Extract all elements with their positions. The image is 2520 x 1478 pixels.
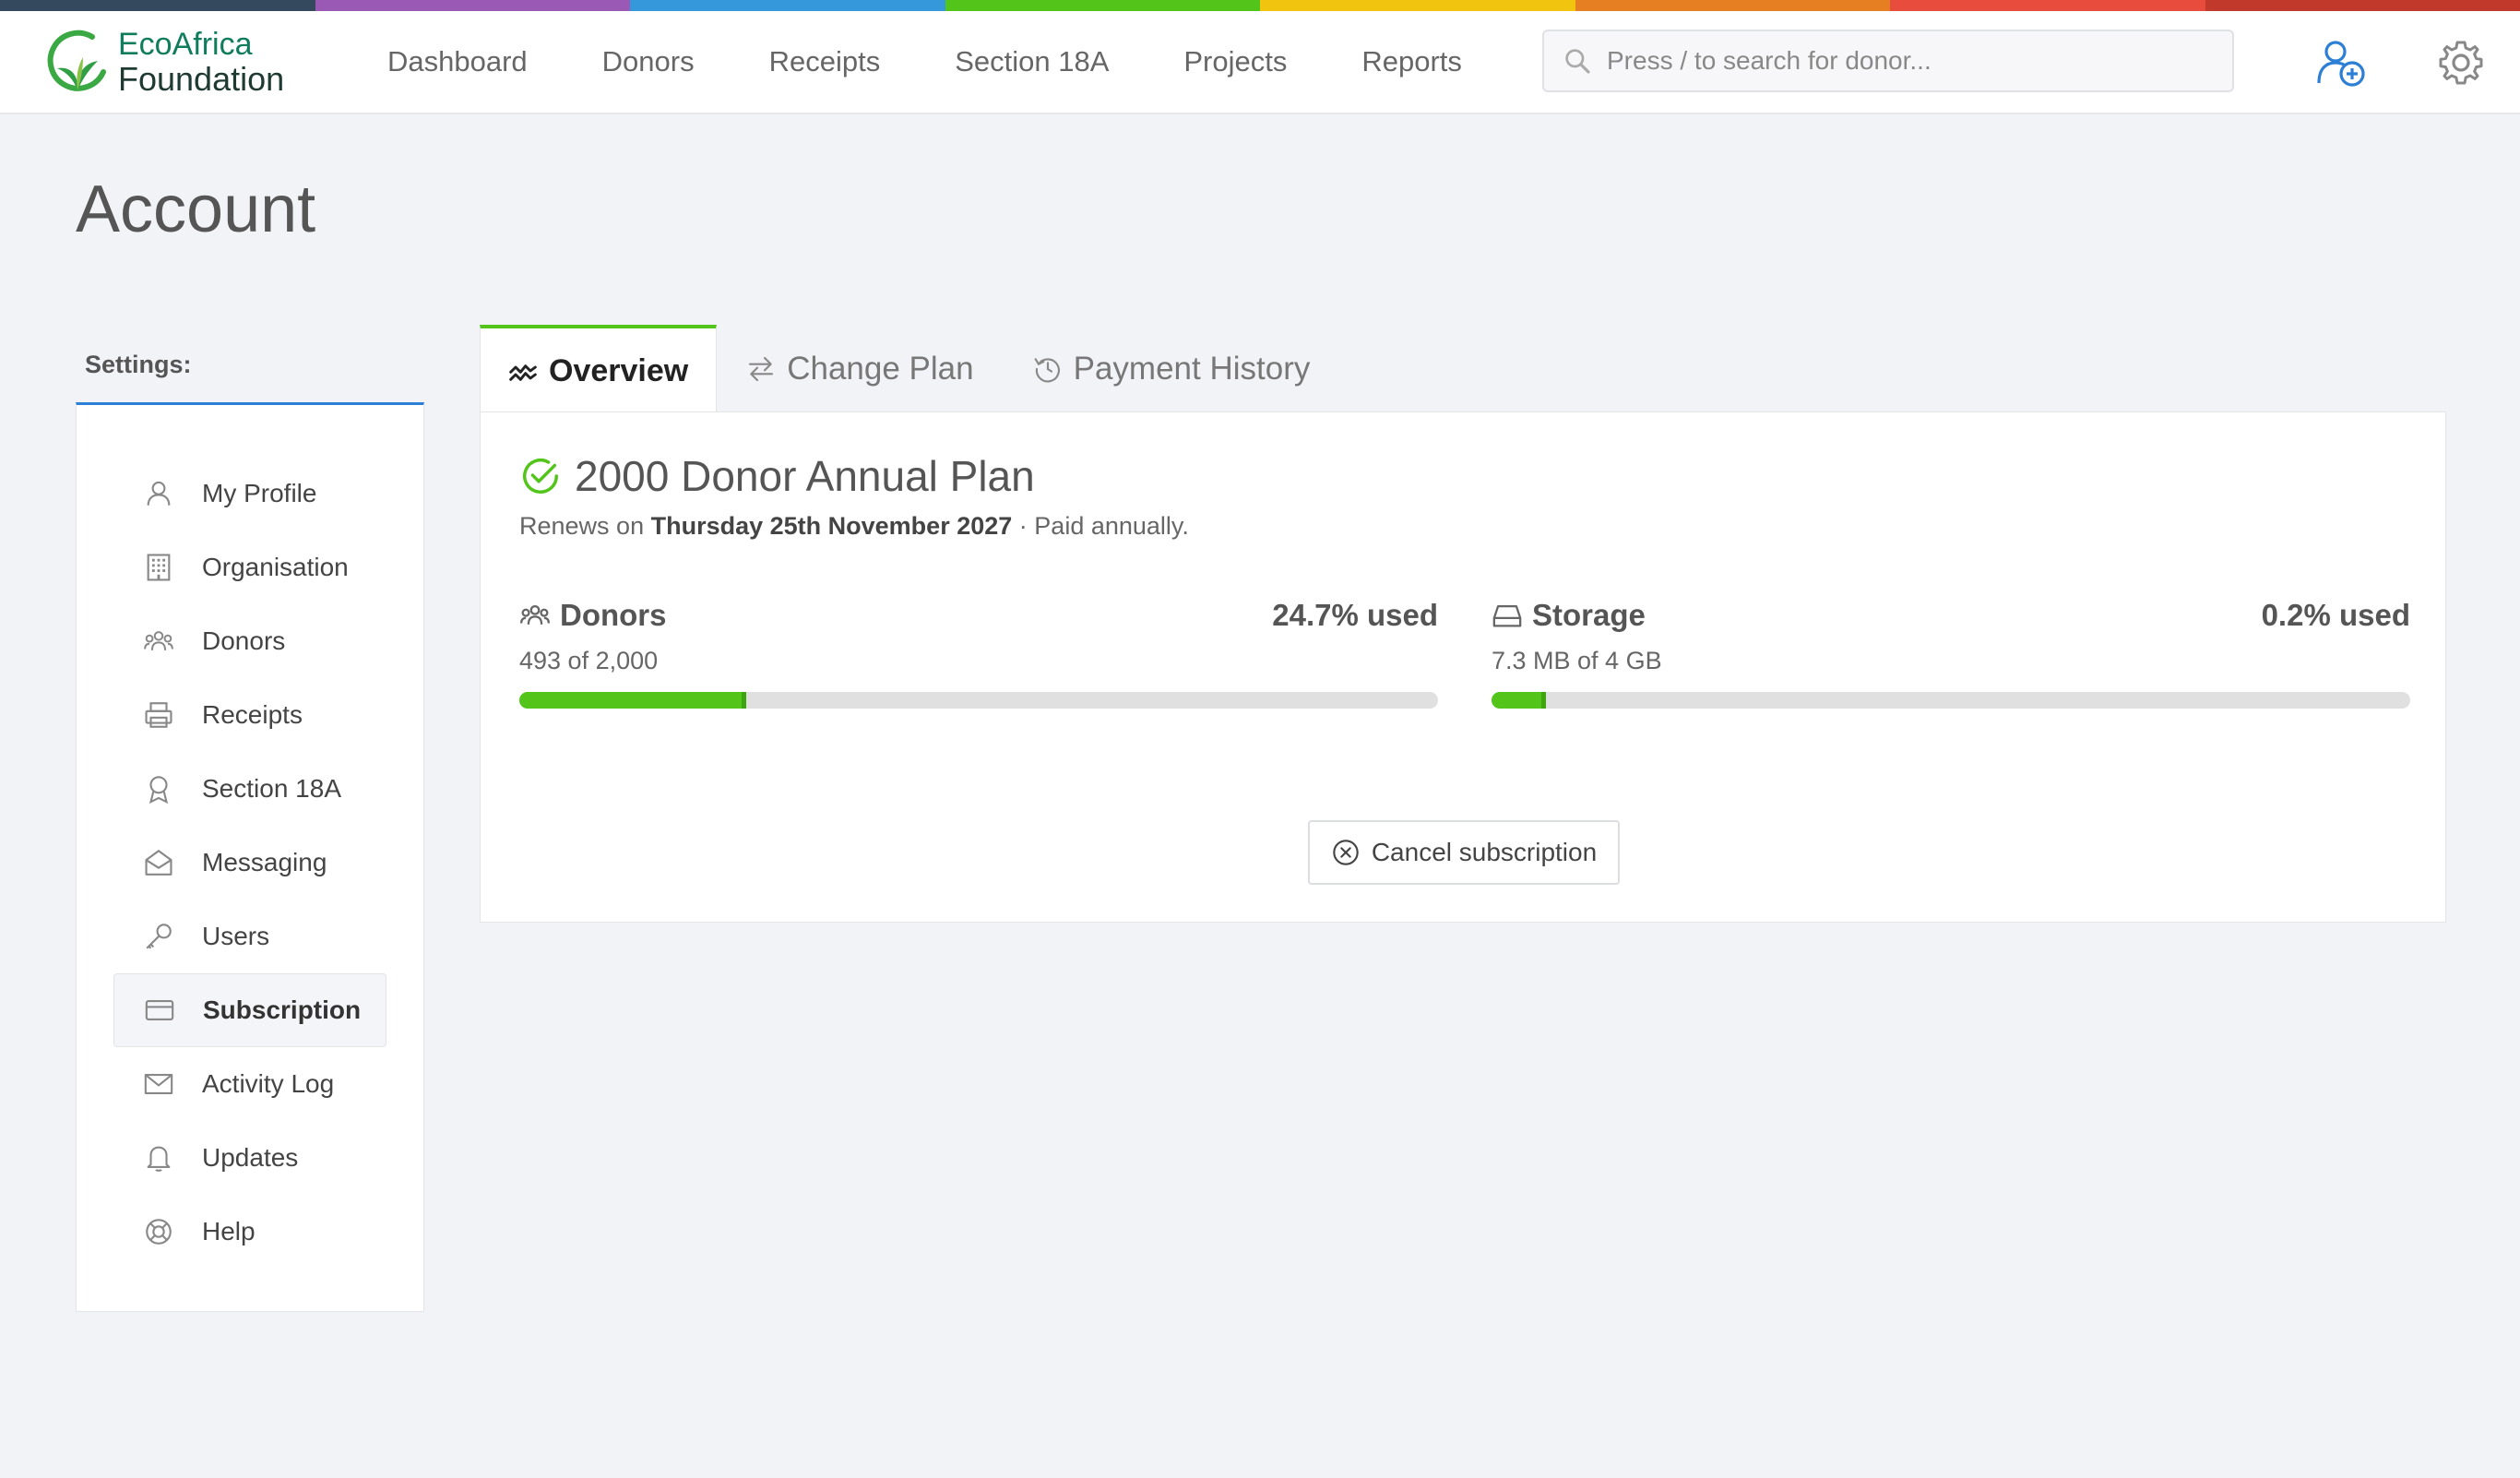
strip-segment	[945, 0, 1260, 11]
usage-detail: 7.3 MB of 4 GB	[1492, 647, 1662, 674]
top-navbar: EcoAfrica Foundation Dashboard Donors Re…	[0, 11, 2520, 114]
donors-progress-bar	[519, 692, 1438, 709]
usage-detail: 493 of 2,000	[519, 647, 659, 674]
sidebar-item-label: Section 18A	[202, 774, 341, 803]
sidebar-item-label: Donors	[202, 626, 286, 655]
history-icon	[1034, 358, 1060, 383]
sidebar-item-organisation[interactable]: Organisation	[113, 530, 386, 604]
sidebar-item-updates[interactable]: Updates	[113, 1121, 386, 1195]
storage-usage: Storage 0.2% used 7.3 MB of 4 GB	[1492, 597, 2410, 709]
tab-label: Overview	[549, 352, 689, 388]
tab-payment-history[interactable]: Payment History	[1004, 325, 1340, 413]
sidebar-item-my-profile[interactable]: My Profile	[113, 457, 386, 530]
brand-name-line1: EcoAfrica	[118, 27, 253, 62]
users-icon	[144, 631, 173, 650]
strip-segment	[1575, 0, 1890, 11]
strip-segment	[630, 0, 945, 11]
nav-receipts[interactable]: Receipts	[769, 45, 881, 78]
sidebar-item-label: Updates	[202, 1143, 299, 1172]
plan-header: 2000 Donor Annual Plan	[519, 451, 1035, 501]
usage-name: Donors	[560, 598, 667, 632]
sidebar-item-label: Subscription	[203, 995, 362, 1024]
sidebar-item-label: Help	[202, 1217, 256, 1246]
subscription-tabs: Overview Change Plan Payment History	[480, 325, 1339, 413]
settings-button[interactable]	[2435, 37, 2487, 89]
strip-segment	[1890, 0, 2205, 11]
storage-progress-bar	[1492, 692, 2410, 709]
progress-fill	[519, 692, 746, 709]
nav-reports[interactable]: Reports	[1361, 45, 1462, 78]
donors-usage: Donors 24.7% used 493 of 2,000	[519, 597, 1438, 709]
sidebar-item-label: Users	[202, 922, 270, 950]
sidebar-item-messaging[interactable]: Messaging	[113, 826, 386, 900]
sidebar-item-label: My Profile	[202, 479, 317, 507]
lifebuoy-icon	[146, 1219, 172, 1245]
nav-dashboard[interactable]: Dashboard	[387, 45, 528, 78]
add-user-icon	[2317, 41, 2365, 87]
printer-icon	[145, 702, 172, 728]
mail-icon	[144, 1074, 173, 1094]
tab-label: Payment History	[1073, 351, 1311, 387]
renewal-info: Renews on Thursday 25th November 2027 · …	[519, 512, 1189, 541]
sidebar-item-help[interactable]: Help	[113, 1195, 386, 1269]
building-icon	[147, 554, 171, 581]
usage-percent: 0.2% used	[2261, 598, 2410, 632]
strip-segment	[2205, 0, 2520, 11]
key-icon	[146, 924, 172, 949]
envelope-open-icon	[145, 850, 172, 876]
nav-donors[interactable]: Donors	[602, 45, 695, 78]
cancel-label: Cancel subscription	[1371, 838, 1598, 866]
nav-projects[interactable]: Projects	[1183, 45, 1287, 78]
users-icon	[519, 604, 551, 625]
strip-segment	[315, 0, 630, 11]
sidebar-item-users[interactable]: Users	[113, 900, 386, 973]
search-input[interactable]	[1607, 46, 2232, 76]
plan-title: 2000 Donor Annual Plan	[575, 452, 1035, 500]
credit-card-icon	[145, 1000, 174, 1020]
overview-panel: 2000 Donor Annual Plan Renews on Thursda…	[480, 411, 2446, 923]
renews-prefix: Renews on	[519, 512, 645, 540]
sidebar-item-label: Organisation	[202, 553, 349, 581]
nav-section-18a[interactable]: Section 18A	[955, 45, 1109, 78]
strip-segment	[1260, 0, 1575, 11]
brand-name-line2: Foundation	[118, 60, 285, 98]
check-circle-icon	[523, 459, 558, 494]
progress-fill	[1492, 692, 1546, 709]
cancel-subscription-button[interactable]: Cancel subscription	[1308, 820, 1620, 885]
brand-logo[interactable]: EcoAfrica Foundation	[46, 26, 323, 98]
sidebar-item-label: Activity Log	[202, 1069, 335, 1098]
main-nav: Dashboard Donors Receipts Section 18A Pr…	[387, 45, 1462, 78]
sidebar-item-label: Receipts	[202, 700, 303, 729]
brand-color-strip	[0, 0, 2520, 11]
award-icon	[149, 776, 169, 805]
tab-overview[interactable]: Overview	[480, 325, 718, 413]
sidebar-item-receipts[interactable]: Receipts	[113, 678, 386, 752]
usage-percent: 24.7% used	[1272, 598, 1438, 632]
strip-segment	[0, 0, 315, 11]
renews-date: Thursday 25th November 2027	[650, 512, 1013, 540]
swap-icon	[749, 356, 774, 382]
close-circle-icon	[1333, 840, 1359, 865]
sidebar-item-donors[interactable]: Donors	[113, 604, 386, 678]
sidebar-item-subscription[interactable]: Subscription	[113, 973, 386, 1047]
sidebar-item-activity-log[interactable]: Activity Log	[113, 1047, 386, 1121]
user-icon	[147, 481, 171, 506]
bell-icon	[147, 1146, 171, 1172]
sidebar-item-section-18a[interactable]: Section 18A	[113, 752, 386, 826]
leaf-logo-icon	[47, 30, 106, 91]
search-icon	[1565, 49, 1590, 74]
tab-change-plan[interactable]: Change Plan	[717, 325, 1003, 413]
settings-sidebar: My Profile Organisation Donors Receipts …	[76, 402, 424, 1312]
tab-label: Change Plan	[787, 351, 974, 387]
settings-label: Settings:	[85, 351, 192, 378]
add-user-button[interactable]	[2315, 37, 2367, 89]
page-title: Account	[76, 173, 316, 246]
gear-icon	[2439, 41, 2483, 85]
hard-drive-icon	[1492, 604, 1522, 627]
renews-suffix: · Paid annually.	[1018, 512, 1189, 540]
usage-name: Storage	[1532, 598, 1646, 632]
donor-search	[1542, 30, 2234, 92]
sidebar-item-label: Messaging	[202, 848, 327, 876]
pulse-icon	[509, 364, 537, 381]
